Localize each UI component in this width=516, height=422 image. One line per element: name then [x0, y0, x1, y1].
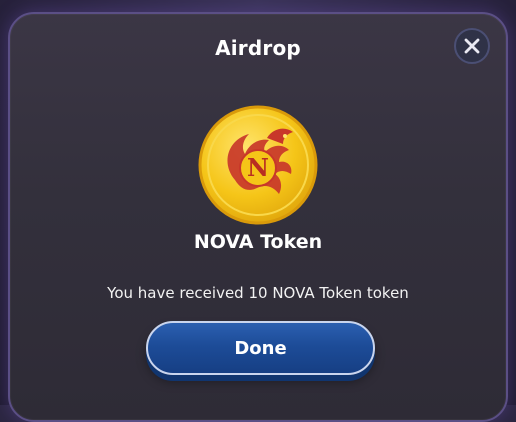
airdrop-dialog: Airdrop N NOVA Token You have received 1… [8, 12, 508, 422]
token-name: NOVA Token [193, 231, 323, 253]
received-message: You have received 10 NOVA Token token [107, 284, 409, 302]
dialog-title: Airdrop [215, 36, 301, 60]
close-button[interactable] [454, 28, 490, 64]
close-icon [464, 38, 480, 54]
done-button[interactable]: Done [146, 321, 375, 375]
nova-token-coin-icon: N [198, 105, 318, 225]
token-icon-container: N [10, 104, 506, 226]
coin-letter: N [247, 153, 269, 182]
